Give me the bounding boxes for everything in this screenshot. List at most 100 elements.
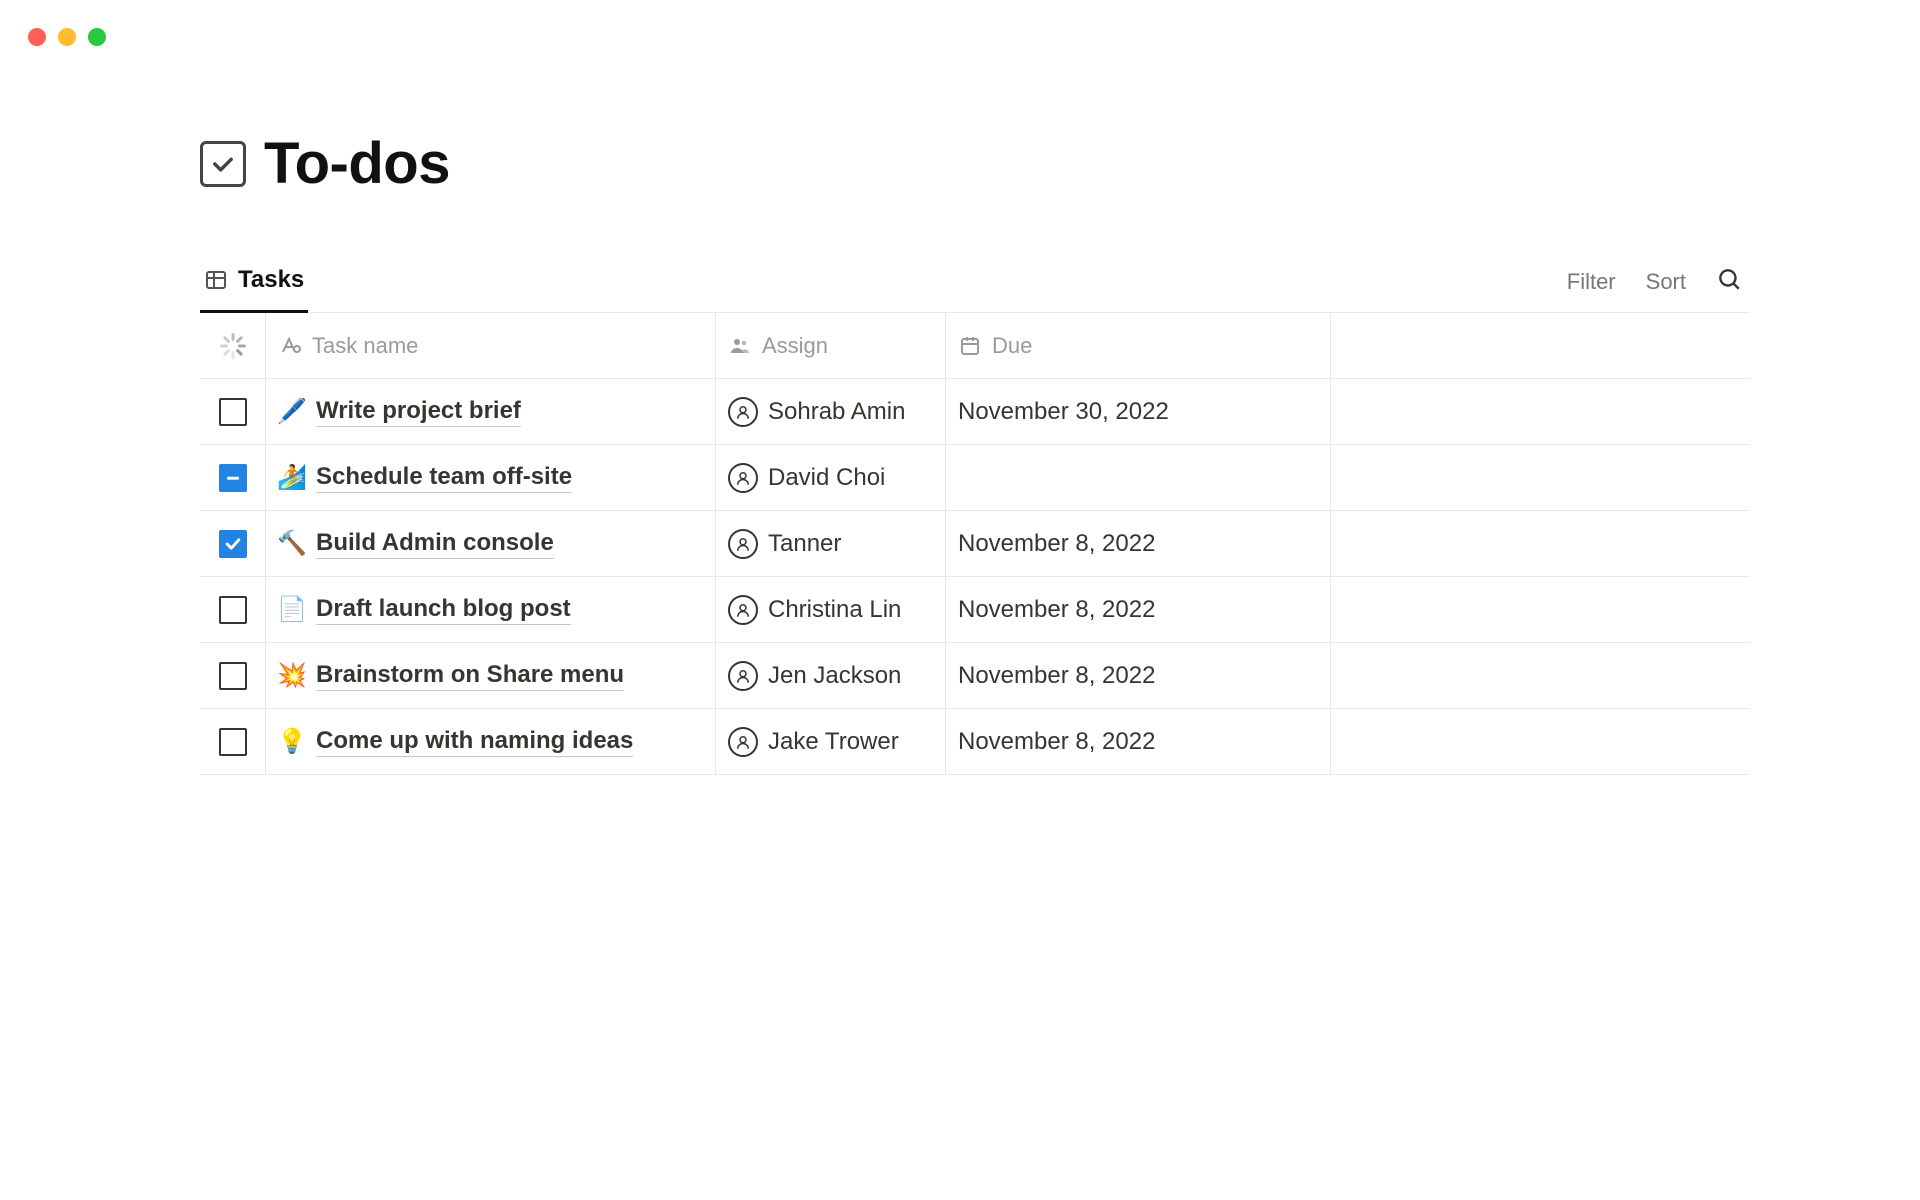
- due-cell[interactable]: [945, 445, 1330, 510]
- row-checkbox-cell: [200, 445, 265, 510]
- assignee-name: Christina Lin: [768, 596, 901, 624]
- assignee-cell[interactable]: David Choi: [715, 445, 945, 510]
- task-checkbox[interactable]: [219, 530, 247, 558]
- page-checkbox-icon: [200, 141, 246, 187]
- avatar: [728, 727, 758, 757]
- due-cell[interactable]: November 8, 2022: [945, 643, 1330, 708]
- date-property-icon: [958, 334, 982, 358]
- table-row[interactable]: 💡 Come up with naming ideas Jake Trower Nov…: [200, 709, 1750, 775]
- avatar: [728, 661, 758, 691]
- assignee-name: Jen Jackson: [768, 662, 901, 690]
- task-emoji-icon: 💡: [278, 727, 306, 756]
- column-header-loading: [200, 313, 265, 378]
- task-name-cell[interactable]: 📄 Draft launch blog post: [265, 577, 715, 642]
- assignee-cell[interactable]: Jen Jackson: [715, 643, 945, 708]
- text-property-icon: [278, 334, 302, 358]
- tasks-table: Task name Assign Due 🖊️ Write project bri…: [200, 313, 1750, 775]
- assignee-name: Sohrab Amin: [768, 398, 905, 426]
- due-cell[interactable]: November 8, 2022: [945, 709, 1330, 774]
- window-traffic-lights: [28, 28, 106, 46]
- empty-cell: [1330, 379, 1750, 444]
- due-cell[interactable]: November 8, 2022: [945, 511, 1330, 576]
- empty-cell: [1330, 511, 1750, 576]
- empty-cell: [1330, 577, 1750, 642]
- assignee-cell[interactable]: Sohrab Amin: [715, 379, 945, 444]
- page-content: To-dos Tasks Filter Sort: [200, 130, 1750, 775]
- row-checkbox-cell: [200, 379, 265, 444]
- due-date: November 8, 2022: [958, 530, 1155, 558]
- task-name: Write project brief: [316, 397, 521, 427]
- avatar: [728, 397, 758, 427]
- filter-button[interactable]: Filter: [1567, 269, 1616, 295]
- task-emoji-icon: 🔨: [278, 529, 306, 558]
- empty-cell: [1330, 709, 1750, 774]
- zoom-window-button[interactable]: [88, 28, 106, 46]
- column-label: Due: [992, 333, 1032, 359]
- table-icon: [204, 268, 228, 292]
- due-date: November 8, 2022: [958, 596, 1155, 624]
- sort-button[interactable]: Sort: [1646, 269, 1686, 295]
- due-date: November 8, 2022: [958, 662, 1155, 690]
- assignee-cell[interactable]: Tanner: [715, 511, 945, 576]
- tab-tasks[interactable]: Tasks: [200, 252, 308, 313]
- table-row[interactable]: 🔨 Build Admin console Tanner November 8, 20…: [200, 511, 1750, 577]
- close-window-button[interactable]: [28, 28, 46, 46]
- table-header-row: Task name Assign Due: [200, 313, 1750, 379]
- task-checkbox[interactable]: [219, 464, 247, 492]
- row-checkbox-cell: [200, 709, 265, 774]
- views-toolbar: Tasks Filter Sort: [200, 252, 1750, 313]
- task-name: Draft launch blog post: [316, 595, 571, 625]
- task-checkbox[interactable]: [219, 398, 247, 426]
- avatar: [728, 529, 758, 559]
- task-checkbox[interactable]: [219, 596, 247, 624]
- due-cell[interactable]: November 8, 2022: [945, 577, 1330, 642]
- column-label: Task name: [312, 333, 418, 359]
- task-name: Brainstorm on Share menu: [316, 661, 624, 691]
- task-name: Come up with naming ideas: [316, 727, 633, 757]
- task-name: Build Admin console: [316, 529, 554, 559]
- task-emoji-icon: 💥: [278, 661, 306, 690]
- task-emoji-icon: 🏄: [278, 463, 306, 492]
- task-emoji-icon: 🖊️: [278, 397, 306, 426]
- table-row[interactable]: 🖊️ Write project brief Sohrab Amin November…: [200, 379, 1750, 445]
- people-property-icon: [728, 334, 752, 358]
- due-cell[interactable]: November 30, 2022: [945, 379, 1330, 444]
- task-checkbox[interactable]: [219, 662, 247, 690]
- due-date: November 30, 2022: [958, 398, 1169, 426]
- empty-cell: [1330, 643, 1750, 708]
- assignee-cell[interactable]: Jake Trower: [715, 709, 945, 774]
- page-header: To-dos: [200, 130, 1750, 197]
- minimize-window-button[interactable]: [58, 28, 76, 46]
- view-actions: Filter Sort: [1567, 266, 1742, 298]
- assignee-name: David Choi: [768, 464, 885, 492]
- column-label: Assign: [762, 333, 828, 359]
- task-name-cell[interactable]: 💥 Brainstorm on Share menu: [265, 643, 715, 708]
- task-name-cell[interactable]: 🖊️ Write project brief: [265, 379, 715, 444]
- table-row[interactable]: 💥 Brainstorm on Share menu Jen Jackson Nove…: [200, 643, 1750, 709]
- task-name: Schedule team off-site: [316, 463, 572, 493]
- column-header-assign[interactable]: Assign: [715, 313, 945, 378]
- assignee-cell[interactable]: Christina Lin: [715, 577, 945, 642]
- task-checkbox[interactable]: [219, 728, 247, 756]
- row-checkbox-cell: [200, 577, 265, 642]
- table-row[interactable]: 📄 Draft launch blog post Christina Lin Nove…: [200, 577, 1750, 643]
- column-header-task-name[interactable]: Task name: [265, 313, 715, 378]
- task-emoji-icon: 📄: [278, 595, 306, 624]
- page-title[interactable]: To-dos: [264, 130, 450, 197]
- assignee-name: Jake Trower: [768, 728, 899, 756]
- assignee-name: Tanner: [768, 530, 841, 558]
- tab-label: Tasks: [238, 266, 304, 294]
- row-checkbox-cell: [200, 643, 265, 708]
- column-header-due[interactable]: Due: [945, 313, 1330, 378]
- column-header-empty[interactable]: [1330, 313, 1750, 378]
- task-name-cell[interactable]: 💡 Come up with naming ideas: [265, 709, 715, 774]
- loading-spinner-icon: [220, 333, 246, 359]
- avatar: [728, 595, 758, 625]
- view-tabs: Tasks: [200, 252, 308, 312]
- task-name-cell[interactable]: 🏄 Schedule team off-site: [265, 445, 715, 510]
- empty-cell: [1330, 445, 1750, 510]
- task-name-cell[interactable]: 🔨 Build Admin console: [265, 511, 715, 576]
- search-icon[interactable]: [1716, 266, 1742, 298]
- row-checkbox-cell: [200, 511, 265, 576]
- table-row[interactable]: 🏄 Schedule team off-site David Choi: [200, 445, 1750, 511]
